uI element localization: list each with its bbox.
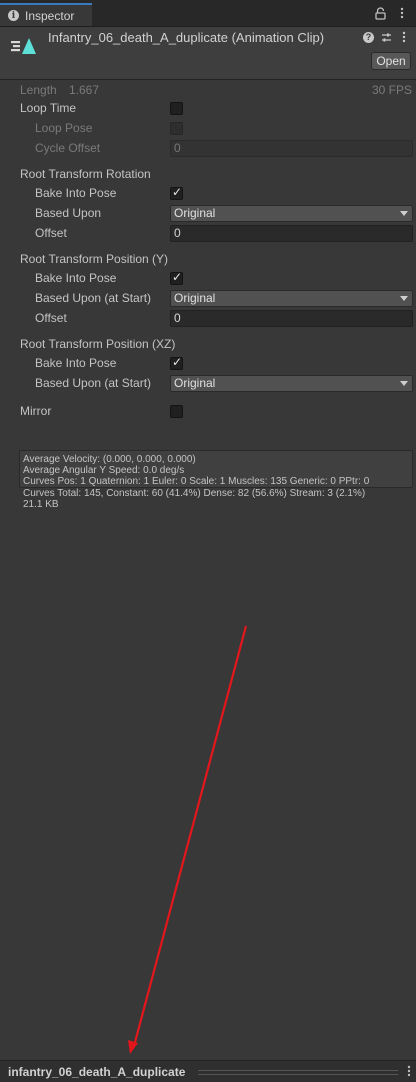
loop-pose-label: Loop Pose — [35, 121, 93, 135]
chevron-down-icon — [400, 210, 408, 216]
chevron-down-icon — [400, 380, 408, 386]
inspector-window: i Inspector Infantry_06_death_A_duplicat… — [0, 0, 416, 1082]
position-xz-bake-label: Bake Into Pose — [35, 356, 117, 370]
header-icons: ? — [363, 31, 410, 43]
position-y-offset-field[interactable]: 0 — [170, 309, 413, 327]
rotation-based-dropdown[interactable]: Original — [170, 204, 413, 222]
position-y-bake-label: Bake Into Pose — [35, 271, 117, 285]
info-line: 21.1 KB — [23, 498, 59, 510]
position-xz-bake-row: Bake Into Pose ✓ — [0, 353, 416, 373]
loop-time-label: Loop Time — [20, 101, 77, 115]
rotation-offset-row: Offset 0 — [0, 223, 416, 243]
asset-title: Infantry_06_death_A_duplicate (Animation… — [48, 30, 325, 45]
position-xz-bake-checkbox[interactable]: ✓ — [170, 354, 183, 370]
animation-clip-icon — [11, 38, 36, 54]
kebab-menu-icon[interactable] — [407, 1065, 411, 1080]
position-y-section: Root Transform Position (Y) — [0, 249, 416, 269]
chevron-down-icon — [400, 295, 408, 301]
position-y-offset-row: Offset 0 — [0, 308, 416, 328]
loop-pose-checkbox[interactable] — [170, 121, 183, 135]
position-y-based-value: Original — [174, 290, 216, 305]
info-line: Curves Pos: 1 Quaternion: 1 Euler: 0 Sca… — [23, 476, 370, 488]
mirror-label: Mirror — [20, 404, 52, 418]
rotation-section: Root Transform Rotation — [0, 164, 416, 184]
position-xz-based-row: Based Upon (at Start) Original — [0, 373, 416, 393]
position-y-based-row: Based Upon (at Start) Original — [0, 288, 416, 308]
check-icon: ✓ — [172, 269, 183, 284]
tab-inspector[interactable]: i Inspector — [0, 3, 92, 26]
kebab-menu-icon[interactable] — [396, 6, 408, 20]
length-value: 1.667 — [69, 83, 100, 97]
preview-bar: infantry_06_death_A_duplicate — [0, 1060, 416, 1082]
cycle-offset-field[interactable]: 0 — [170, 139, 413, 157]
mirror-checkbox[interactable] — [170, 404, 183, 418]
kebab-menu-icon[interactable] — [398, 31, 410, 43]
preview-asset-name: infantry_06_death_A_duplicate — [8, 1065, 186, 1079]
rotation-offset-field[interactable]: 0 — [170, 224, 413, 242]
sliders-icon[interactable] — [380, 31, 392, 43]
open-button[interactable]: Open — [371, 52, 411, 70]
loop-time-checkbox[interactable] — [170, 101, 183, 115]
rotation-offset-label: Offset — [35, 226, 67, 240]
check-icon: ✓ — [172, 354, 183, 369]
position-y-bake-checkbox[interactable]: ✓ — [170, 269, 183, 285]
rotation-section-title: Root Transform Rotation — [20, 167, 151, 181]
tab-label: Inspector — [25, 8, 75, 23]
position-xz-based-value: Original — [174, 375, 216, 390]
info-line: Average Angular Y Speed: 0.0 deg/s — [23, 465, 185, 477]
position-xz-based-dropdown[interactable]: Original — [170, 374, 413, 392]
rotation-bake-checkbox[interactable]: ✓ — [170, 184, 183, 200]
drag-handle[interactable] — [198, 1070, 398, 1075]
length-row: Length 1.667 30 FPS — [0, 80, 416, 100]
info-line: Average Velocity: (0.000, 0.000, 0.000) — [23, 454, 196, 465]
mirror-row: Mirror — [0, 401, 416, 421]
rotation-based-row: Based Upon Original — [0, 203, 416, 223]
rotation-based-label: Based Upon — [35, 206, 102, 220]
position-y-bake-row: Bake Into Pose ✓ — [0, 268, 416, 288]
rotation-bake-row: Bake Into Pose ✓ — [0, 183, 416, 203]
rotation-bake-label: Bake Into Pose — [35, 186, 117, 200]
loop-pose-row: Loop Pose — [0, 118, 416, 138]
clip-info-box: Average Velocity: (0.000, 0.000, 0.000) … — [19, 450, 413, 510]
check-icon: ✓ — [172, 184, 183, 199]
cycle-offset-row: Cycle Offset 0 — [0, 138, 416, 158]
info-icon: i — [8, 10, 19, 21]
cycle-offset-label: Cycle Offset — [35, 141, 101, 155]
inspector-header: Infantry_06_death_A_duplicate (Animation… — [0, 27, 416, 80]
length-label: Length — [20, 83, 57, 97]
loop-time-row: Loop Time — [0, 98, 416, 118]
lock-icon[interactable] — [374, 6, 386, 20]
position-xz-section-title: Root Transform Position (XZ) — [20, 337, 176, 351]
info-line: Curves Total: 145, Constant: 60 (41.4%) … — [23, 487, 366, 499]
position-xz-section: Root Transform Position (XZ) — [0, 334, 416, 354]
tab-bar: i Inspector — [0, 0, 416, 27]
position-y-section-title: Root Transform Position (Y) — [20, 252, 169, 266]
position-y-offset-label: Offset — [35, 311, 67, 325]
position-y-based-dropdown[interactable]: Original — [170, 289, 413, 307]
tab-actions — [374, 6, 408, 20]
annotation-arrow — [128, 625, 248, 1054]
help-icon[interactable]: ? — [363, 31, 374, 43]
position-xz-based-label: Based Upon (at Start) — [35, 376, 152, 390]
fps-value: 30 FPS — [371, 83, 412, 97]
position-y-based-label: Based Upon (at Start) — [35, 291, 152, 305]
rotation-based-value: Original — [174, 205, 216, 220]
